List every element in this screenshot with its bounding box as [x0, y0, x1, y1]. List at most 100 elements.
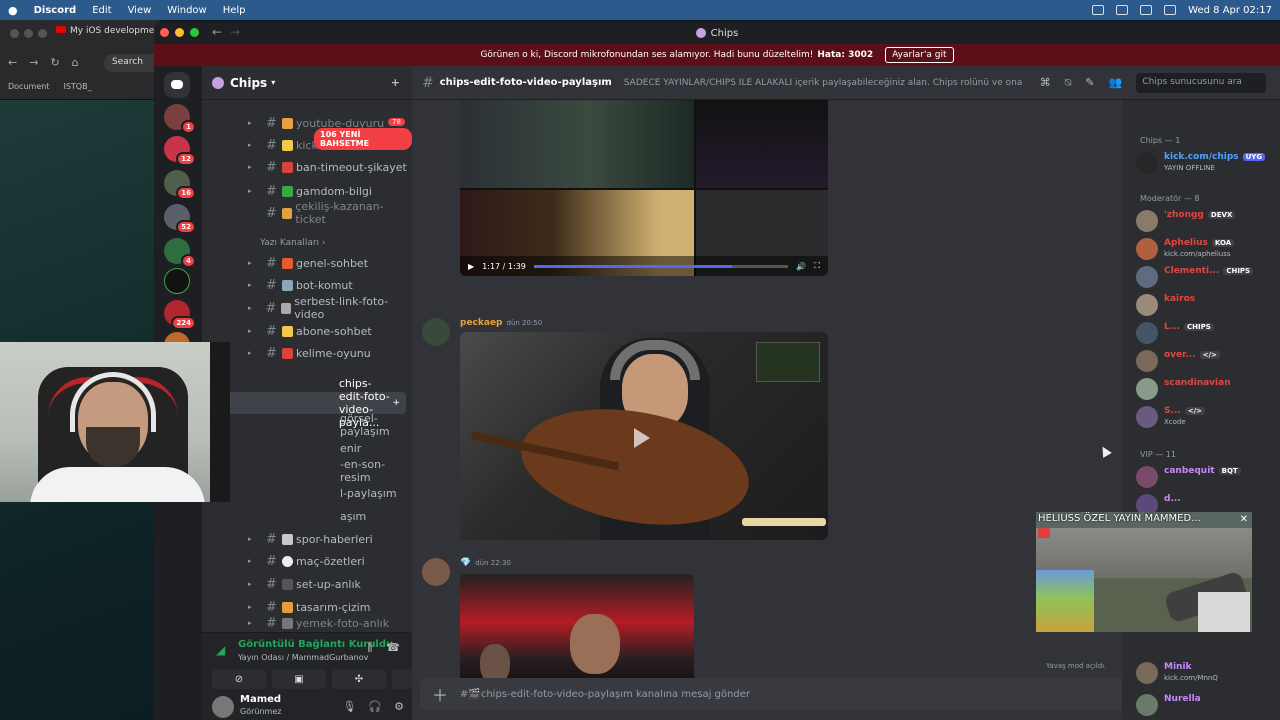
server-icon[interactable]: 16 — [164, 170, 196, 200]
channel-item[interactable]: l-paylaşım — [202, 482, 412, 504]
discord-home-icon[interactable] — [164, 72, 190, 98]
member-list-icon[interactable]: 👥 — [1109, 76, 1123, 90]
close-window-button[interactable] — [160, 28, 169, 37]
channel-topic[interactable]: SADECE YAYINLAR/CHIPS İLE ALAKALI içerik… — [624, 78, 1024, 88]
threads-icon[interactable]: ⌘ — [1040, 76, 1051, 90]
volume-icon[interactable]: 🔊 — [796, 262, 806, 271]
member-item[interactable]: canbequit BQT — [1136, 464, 1280, 490]
member-item[interactable]: kairos — [1136, 292, 1280, 318]
server-icon[interactable]: 1 — [164, 104, 196, 134]
menu-app-name[interactable]: Discord — [34, 5, 77, 16]
user-name[interactable]: Mamed — [240, 694, 281, 705]
close-icon[interactable]: ✕ — [1240, 514, 1248, 525]
member-item[interactable]: scandinavian — [1136, 376, 1280, 402]
member-item[interactable]: S... </> Xcode — [1136, 404, 1280, 430]
notifications-icon[interactable]: ⍉ — [1065, 76, 1072, 90]
screen-share-button[interactable]: ▣ — [272, 669, 326, 689]
headphones-icon[interactable]: 🎧 — [368, 700, 382, 713]
avatar[interactable] — [422, 318, 450, 346]
video-attachment[interactable] — [460, 574, 694, 694]
server-icon[interactable]: 4 — [164, 238, 196, 268]
member-item[interactable]: 'zhongg DEVX — [1136, 208, 1280, 234]
pip-stream[interactable]: HELIUSS ÖZEL YAYIN MAMMED... ✕ — [1036, 512, 1252, 632]
status-icon[interactable] — [1092, 5, 1105, 15]
channel-item-active[interactable]: chips-edit-foto-video-payla... + — [206, 377, 406, 429]
menu-help[interactable]: Help — [223, 5, 246, 16]
add-attachment-icon[interactable]: ＋ — [432, 682, 448, 706]
back-icon[interactable]: ← — [8, 56, 17, 69]
member-item[interactable]: kick.com/chips UYG YAYIN OFFLINE — [1136, 150, 1280, 176]
menu-datetime[interactable]: Wed 8 Apr 02:17 — [1188, 5, 1272, 16]
message-input[interactable]: #🎬chips-edit-foto-video-paylaşım kanalın… — [460, 689, 1149, 700]
menu-window[interactable]: Window — [167, 5, 206, 16]
activities-button[interactable]: ✣ — [332, 669, 386, 689]
add-member-icon[interactable]: + — [392, 398, 400, 408]
gear-icon[interactable]: ⚙ — [394, 700, 404, 713]
wifi-icon[interactable] — [1140, 5, 1153, 15]
fullscreen-icon[interactable]: ⛶ — [814, 261, 820, 271]
menu-edit[interactable]: Edit — [92, 5, 111, 16]
noise-suppression-icon[interactable]: ⫼ — [367, 641, 372, 655]
channel-item[interactable]: aşım — [202, 505, 412, 527]
channel-item[interactable]: ▸ # genel-sohbet — [202, 252, 412, 274]
battery-icon[interactable] — [1164, 5, 1177, 15]
apple-icon[interactable]: ● — [8, 4, 18, 17]
status-icon[interactable] — [1116, 5, 1129, 15]
server-icon[interactable]: 52 — [164, 204, 196, 234]
settings-button[interactable]: Ayarlar'a git — [885, 47, 954, 63]
video-progress[interactable] — [533, 264, 789, 268]
channel-item[interactable]: ▸ # yemek-foto-anlık — [202, 616, 412, 630]
pin-icon[interactable]: ✎ — [1085, 76, 1094, 90]
video-attachment[interactable] — [460, 332, 828, 540]
channel-item[interactable]: görsel-paylaşım — [202, 412, 412, 438]
channel-item[interactable]: -en-son-resim — [202, 458, 412, 484]
member-item[interactable]: L... CHIPS — [1136, 320, 1280, 346]
channel-item[interactable]: ▸ # kelime-oyunu — [202, 342, 412, 364]
category-label[interactable]: Yazı Kanalları › — [260, 238, 326, 248]
video-attachment[interactable]: ▶ 1:17 / 1:39 🔊 ⛶ — [460, 100, 828, 276]
member-item[interactable]: Minik kick.com/MnnQ — [1136, 660, 1280, 686]
bookmark-item[interactable]: ISTQB_ — [63, 82, 91, 91]
channel-item[interactable]: ▸ # spor-haberleri — [202, 528, 412, 550]
disconnect-icon[interactable]: ☎ — [386, 641, 400, 655]
microphone-icon[interactable]: 🎙 — [342, 700, 356, 713]
new-mentions-pill[interactable]: 106 YENİ BAHSETME — [314, 128, 412, 150]
forward-arrow-icon[interactable]: → — [230, 25, 240, 39]
menu-view[interactable]: View — [128, 5, 152, 16]
voice-location[interactable]: Yayın Odası / MammadGurbanov — [238, 653, 368, 662]
avatar[interactable] — [422, 558, 450, 586]
channel-item[interactable]: ▸ # ban-timeout-şikayet — [202, 156, 412, 178]
member-item[interactable]: Nurella — [1136, 692, 1280, 718]
channel-item[interactable]: ▸ # tasarım-çizim — [202, 596, 412, 618]
minimize-window-button[interactable] — [175, 28, 184, 37]
member-item[interactable]: Clementi... CHIPS — [1136, 264, 1280, 290]
add-member-icon[interactable]: + — [391, 76, 400, 89]
camera-off-button[interactable]: ⊘ — [212, 669, 266, 689]
play-icon[interactable]: ▶ — [468, 262, 474, 271]
member-item[interactable]: over... </> — [1136, 348, 1280, 374]
zoom-window-button[interactable] — [190, 28, 199, 37]
server-icon[interactable]: 224 — [164, 300, 196, 330]
avatar[interactable] — [212, 696, 234, 718]
channel-item[interactable]: ▸ # bot-komut — [202, 274, 412, 296]
member-item[interactable]: Aphelius KOA kick.com/apheliuss — [1136, 236, 1280, 262]
back-arrow-icon[interactable]: ← — [212, 25, 222, 39]
reload-icon[interactable]: ↻ — [50, 56, 59, 69]
server-icon[interactable]: 12 — [164, 136, 196, 166]
signal-icon[interactable]: ◢ — [216, 643, 230, 657]
server-search-input[interactable]: Chips sunucusunu ara — [1136, 72, 1267, 93]
bookmark-item[interactable]: Document — [8, 82, 49, 91]
play-icon[interactable] — [634, 428, 650, 448]
home-icon[interactable]: ⌂ — [72, 56, 79, 69]
browser-tab[interactable]: My iOS developmen — [56, 26, 160, 36]
channel-item[interactable]: ▸ # abone-sohbet — [202, 320, 412, 342]
channel-item[interactable]: ▸ # maç-özetleri — [202, 550, 412, 572]
forward-icon[interactable]: → — [29, 56, 38, 69]
guild-header[interactable]: Chips ▾ + — [202, 66, 412, 100]
channel-item[interactable]: ▸ # set-up-anlık — [202, 573, 412, 595]
message-author[interactable]: peckaep — [460, 318, 503, 328]
channel-item[interactable]: enir — [202, 437, 412, 459]
channel-item[interactable]: ▸ # gamdom-bilgi — [202, 180, 412, 202]
channel-item[interactable]: ▸ # serbest-link-foto-video — [202, 295, 412, 321]
server-icon[interactable] — [164, 268, 190, 294]
